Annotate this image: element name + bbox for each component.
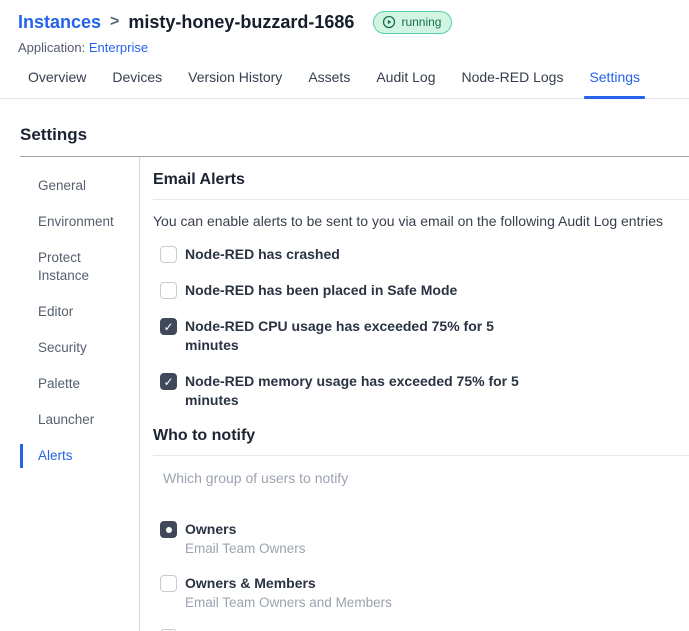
application-row: Application: Enterprise bbox=[18, 40, 669, 55]
sidebar-item-protect-instance[interactable]: Protect Instance bbox=[20, 246, 112, 288]
radio-option-description: Email Team Owners and Members bbox=[185, 595, 392, 610]
settings-main: Email Alerts You can enable alerts to be… bbox=[140, 157, 689, 631]
radio-group-owners[interactable]: Owners Email Team Owners bbox=[160, 520, 689, 557]
tab-settings[interactable]: Settings bbox=[584, 69, 645, 99]
radio-group-owners-members[interactable]: Owners & Members Email Team Owners and M… bbox=[160, 574, 689, 611]
tab-audit-log[interactable]: Audit Log bbox=[371, 69, 440, 98]
checkbox-row-safe-mode[interactable]: Node-RED has been placed in Safe Mode bbox=[153, 281, 689, 300]
tab-node-red-logs[interactable]: Node-RED Logs bbox=[457, 69, 569, 98]
tab-devices[interactable]: Devices bbox=[107, 69, 167, 98]
application-link[interactable]: Enterprise bbox=[89, 40, 148, 55]
email-alerts-options: Node-RED has crashed Node-RED has been p… bbox=[153, 245, 689, 410]
email-alerts-title: Email Alerts bbox=[153, 171, 689, 200]
checkbox-safe-mode[interactable] bbox=[160, 282, 177, 299]
breadcrumb-separator-icon: > bbox=[110, 13, 120, 30]
notify-options: Owners Email Team Owners Owners & Member… bbox=[153, 520, 689, 631]
tab-bar: Overview Devices Version History Assets … bbox=[0, 55, 689, 99]
checkbox-label[interactable]: Node-RED memory usage has exceeded 75% f… bbox=[185, 372, 545, 410]
notify-hint: Which group of users to notify bbox=[163, 470, 349, 486]
radio-option-label[interactable]: Owners bbox=[185, 520, 306, 538]
who-to-notify-title: Who to notify bbox=[153, 427, 689, 456]
application-label: Application: bbox=[18, 40, 86, 55]
checkbox-row-memory-usage[interactable]: Node-RED memory usage has exceeded 75% f… bbox=[153, 372, 689, 410]
tab-assets[interactable]: Assets bbox=[303, 69, 355, 98]
sidebar-item-general[interactable]: General bbox=[20, 174, 112, 198]
radio-owners[interactable] bbox=[160, 521, 177, 538]
settings-section: Settings General Environment Protect Ins… bbox=[0, 99, 689, 631]
settings-sidebar: General Environment Protect Instance Edi… bbox=[20, 157, 140, 631]
checkbox-label[interactable]: Node-RED has crashed bbox=[185, 245, 340, 264]
radio-option-description: Email Team Owners bbox=[185, 541, 306, 556]
sidebar-item-environment[interactable]: Environment bbox=[20, 210, 114, 234]
checkbox-memory-usage[interactable] bbox=[160, 373, 177, 390]
radio-option-label[interactable]: Owners & Members bbox=[185, 574, 392, 592]
header: Instances > misty-honey-buzzard-1686 run… bbox=[0, 0, 689, 55]
play-circle-icon bbox=[383, 15, 396, 29]
checkbox-label[interactable]: Node-RED has been placed in Safe Mode bbox=[185, 281, 457, 300]
status-badge: running bbox=[373, 10, 453, 34]
radio-owners-members[interactable] bbox=[160, 575, 177, 592]
checkbox-row-crashed[interactable]: Node-RED has crashed bbox=[153, 245, 689, 264]
checkbox-cpu-usage[interactable] bbox=[160, 318, 177, 335]
breadcrumb: Instances > misty-honey-buzzard-1686 run… bbox=[18, 10, 669, 34]
sidebar-item-security[interactable]: Security bbox=[20, 336, 112, 360]
instance-name: misty-honey-buzzard-1686 bbox=[128, 12, 355, 32]
status-text: running bbox=[401, 14, 442, 29]
email-alerts-description: You can enable alerts to be sent to you … bbox=[153, 213, 664, 229]
page: Instances > misty-honey-buzzard-1686 run… bbox=[0, 0, 689, 631]
sidebar-item-palette[interactable]: Palette bbox=[20, 372, 112, 396]
checkbox-row-cpu-usage[interactable]: Node-RED CPU usage has exceeded 75% for … bbox=[153, 317, 689, 355]
sidebar-item-launcher[interactable]: Launcher bbox=[20, 408, 112, 432]
page-title: Settings bbox=[20, 125, 689, 157]
checkbox-label[interactable]: Node-RED CPU usage has exceeded 75% for … bbox=[185, 317, 545, 355]
sidebar-item-alerts[interactable]: Alerts bbox=[20, 444, 112, 468]
sidebar-item-editor[interactable]: Editor bbox=[20, 300, 112, 324]
tab-overview[interactable]: Overview bbox=[23, 69, 91, 98]
instances-link[interactable]: Instances bbox=[18, 10, 101, 34]
tab-version-history[interactable]: Version History bbox=[183, 69, 287, 98]
checkbox-crashed[interactable] bbox=[160, 246, 177, 263]
